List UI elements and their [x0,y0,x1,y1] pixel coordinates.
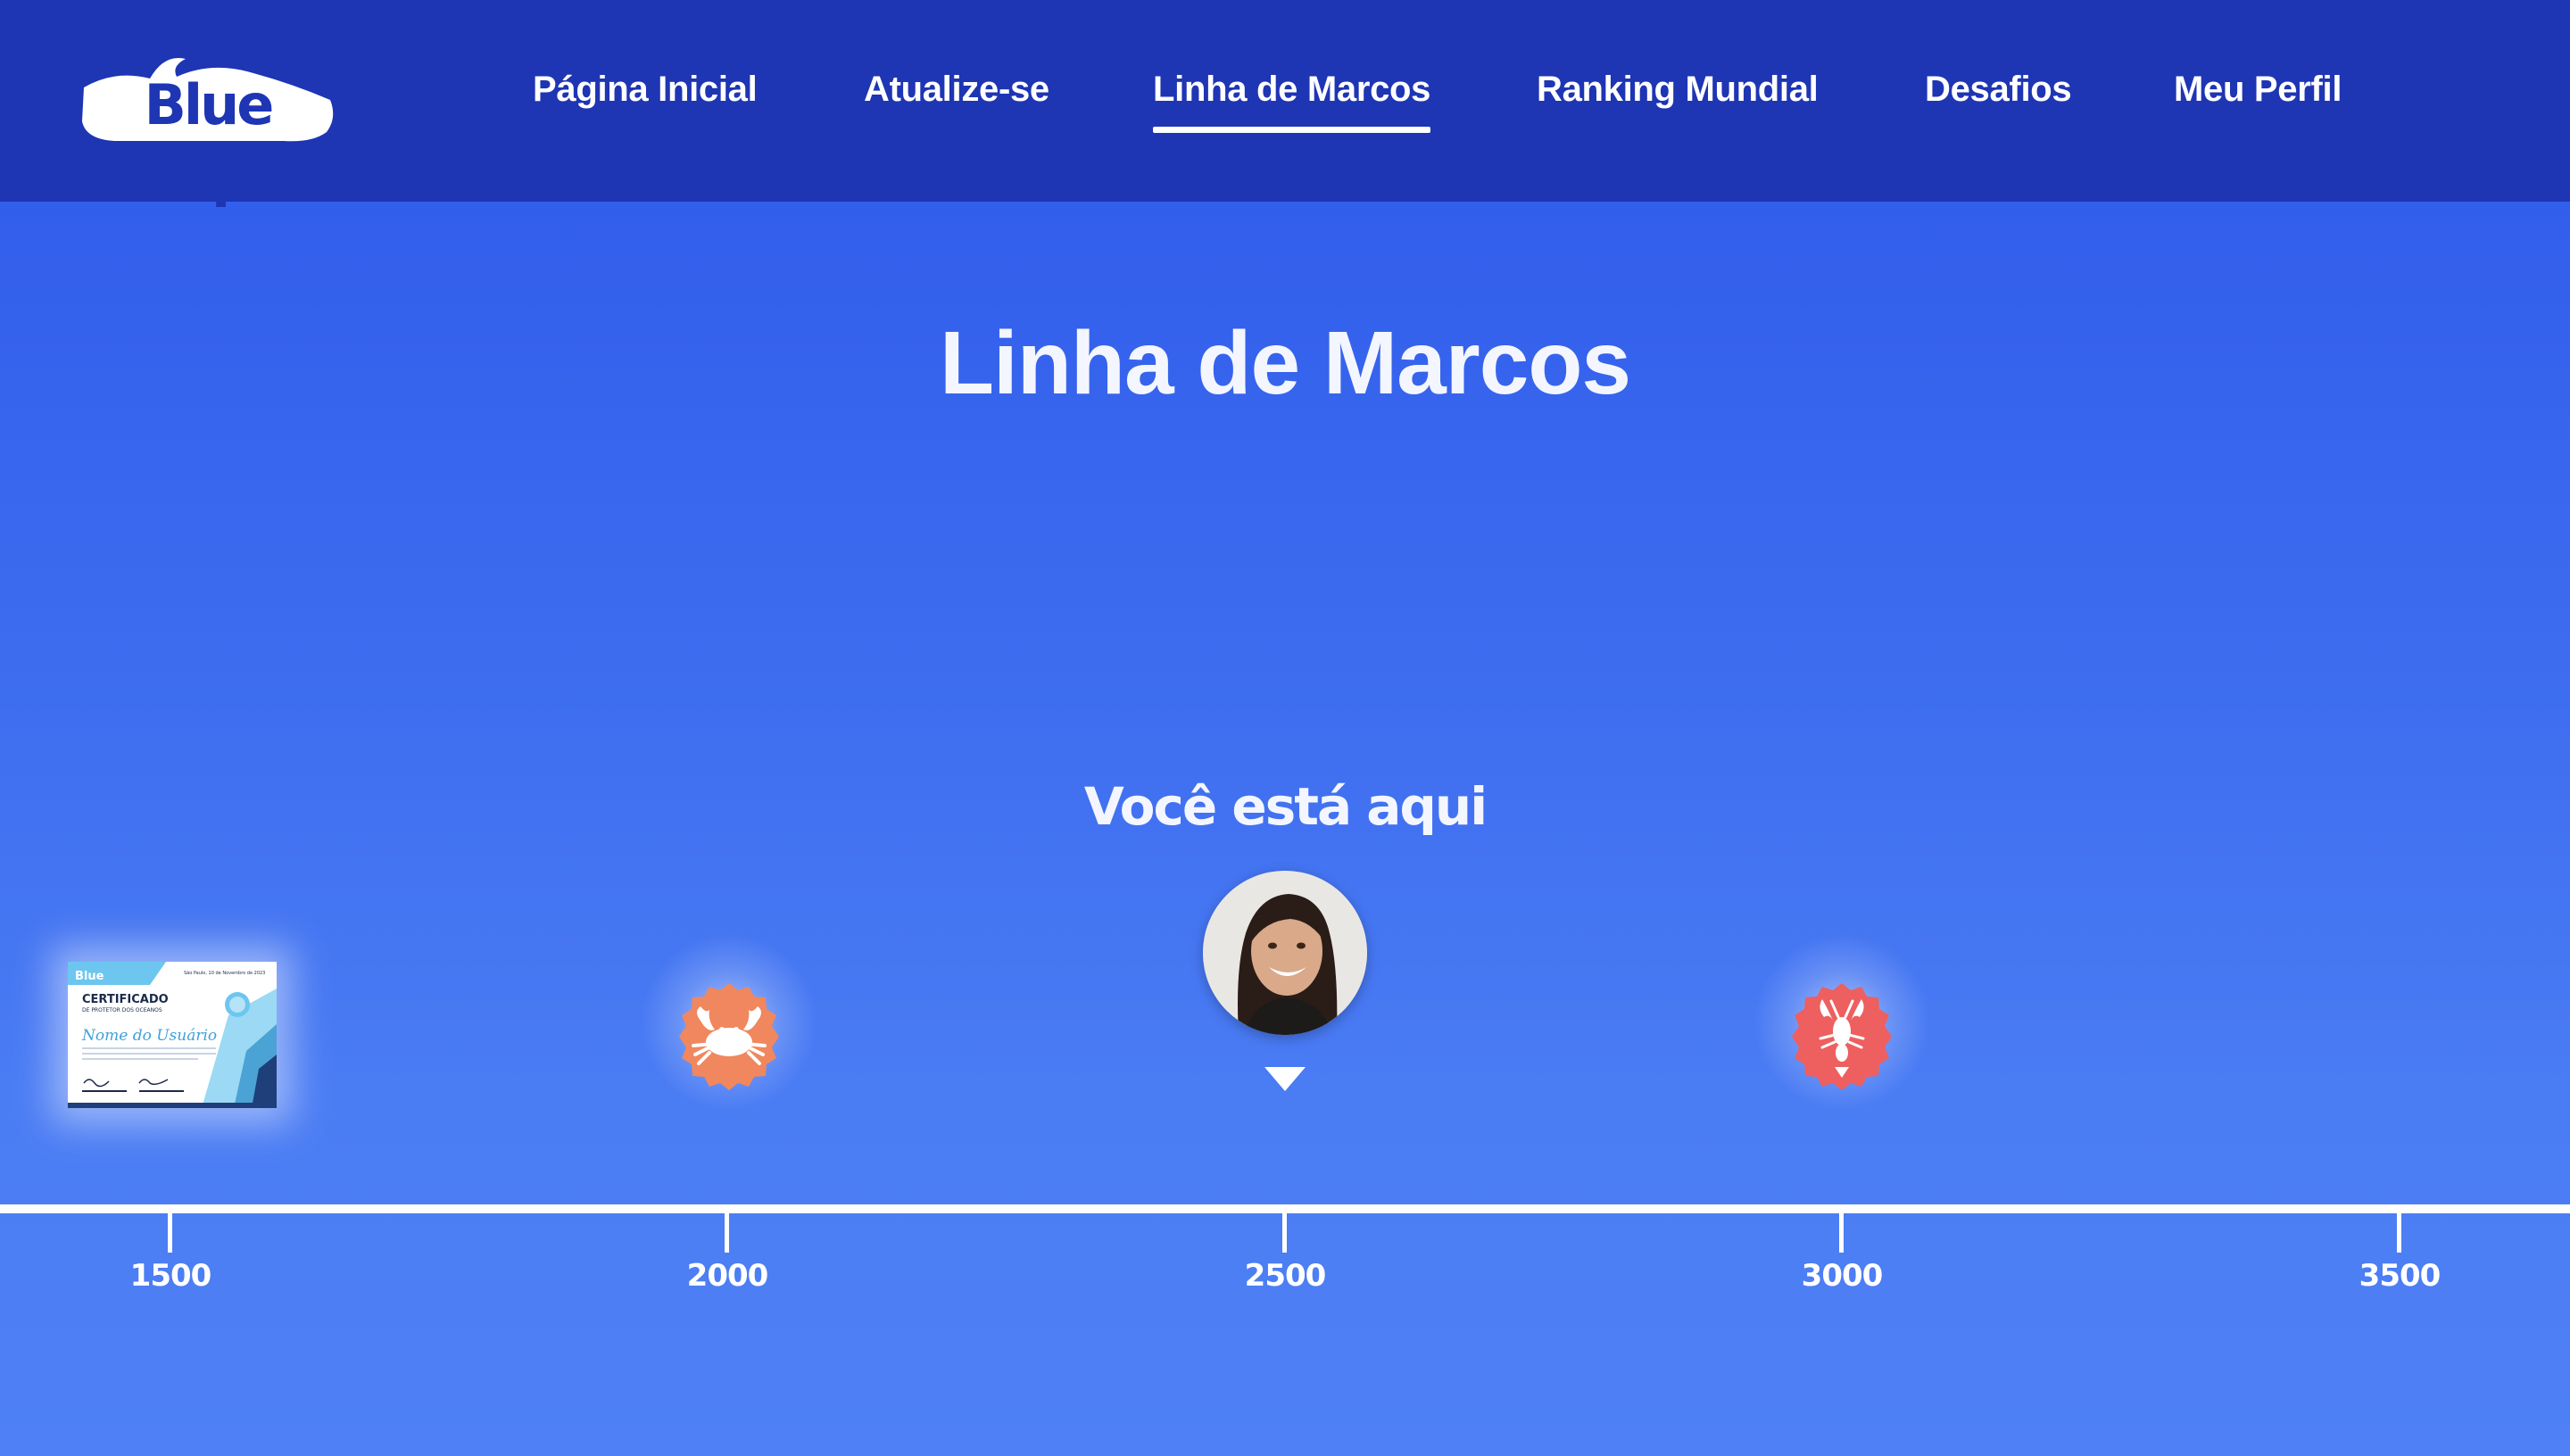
top-navigation-bar: Blue Hope Página Inicial Atualize-se Lin… [0,0,2570,209]
lobster-icon [1792,983,1892,1090]
certificate-milestone[interactable]: Blue CERTIFICADO DE PROTETOR DOS OCEANOS… [68,962,277,1108]
timeline-label-2000: 2000 [686,1258,769,1294]
nav-meu-perfil[interactable]: Meu Perfil [2174,62,2342,116]
timeline-label-2500: 2500 [1244,1258,1327,1294]
timeline-tick-2500 [1282,1212,1287,1253]
timeline-label-1500: 1500 [129,1258,212,1294]
svg-text:Blue: Blue [75,970,104,983]
certificate-date: São Paulo, 10 de Novembro de 2023 [184,971,265,976]
nav-linha-de-marcos[interactable]: Linha de Marcos [1153,62,1430,133]
timeline-label-3000: 3000 [1801,1258,1884,1294]
nav-atualize-se[interactable]: Atualize-se [864,62,1049,116]
crab-badge[interactable] [674,981,784,1092]
timeline-label-3500: 3500 [2359,1258,2442,1294]
page-title: Linha de Marcos [939,313,1631,413]
timeline-tick-2000 [725,1212,729,1253]
user-avatar[interactable] [1203,871,1367,1035]
certificate-name: Nome do Usuário [81,1027,217,1045]
nav-ranking-mundial[interactable]: Ranking Mundial [1537,62,1819,116]
user-photo [1203,871,1367,1035]
timeline-tick-3500 [2397,1212,2401,1253]
position-pointer-icon [1264,1067,1306,1091]
crab-icon [679,983,779,1090]
main-nav: Página Inicial Atualize-se Linha de Marc… [0,0,2570,202]
nav-pagina-inicial[interactable]: Página Inicial [533,62,758,116]
nav-desafios[interactable]: Desafios [1925,62,2072,116]
certificate-icon: Blue CERTIFICADO DE PROTETOR DOS OCEANOS… [68,962,277,1108]
certificate-title: CERTIFICADO [82,993,169,1006]
certificate-subtitle: DE PROTETOR DOS OCEANOS [82,1007,162,1013]
timeline-tick-1500 [168,1212,172,1253]
you-are-here-label: Você está aqui [1083,776,1488,837]
lobster-badge[interactable] [1787,981,1897,1092]
timeline-tick-3000 [1839,1212,1844,1253]
